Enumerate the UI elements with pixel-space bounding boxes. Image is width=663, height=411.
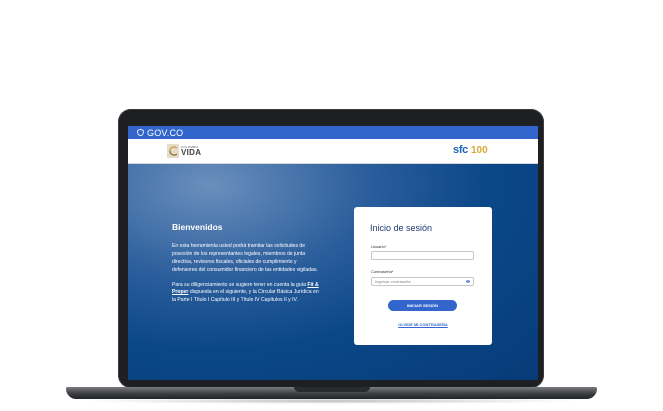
laptop-notch [294, 387, 370, 392]
colombia-vida-emblem-icon [167, 144, 179, 158]
login-title: Inicio de sesión [370, 223, 433, 233]
eye-icon[interactable] [466, 280, 470, 283]
hero-section: Bienvenidos En esta herramienta usted po… [128, 164, 538, 380]
gov-co-link[interactable]: GOV.CO [147, 128, 183, 138]
forgot-password-link[interactable]: OLVIDÉ MI CONTRASEÑA [354, 322, 492, 327]
site-header: COLOMBIA VIDA sfc 100 [128, 139, 538, 164]
username-label: Usuario* [371, 244, 387, 249]
paragraph-2-text-after: dispuesta en el siguiente, y la Circular… [172, 289, 319, 304]
sfc-logo-text: sfc [453, 144, 468, 156]
welcome-paragraph-1: En esta herramienta usted podrá tramitar… [172, 243, 318, 273]
colombia-vida-logo[interactable]: COLOMBIA VIDA [167, 143, 201, 159]
anniversary-logo-text: 100 [471, 144, 488, 156]
welcome-title: Bienvenidos [172, 222, 223, 232]
welcome-panel: Bienvenidos En esta herramienta usted po… [172, 222, 322, 312]
login-card: Inicio de sesión Usuario* Contraseña* In… [354, 207, 492, 345]
welcome-paragraph-2: Para su diligenciamiento se sugiere tene… [172, 282, 322, 306]
gov-bar: GOV.CO [128, 126, 538, 139]
shield-icon [137, 129, 144, 136]
logo-big-text: VIDA [181, 147, 202, 157]
username-input[interactable] [371, 251, 474, 260]
laptop-screen: GOV.CO COLOMBIA VIDA sfc 100 Bienvenidos… [128, 126, 538, 380]
paragraph-2-text-before: Para su diligenciamiento se sugiere tene… [172, 281, 308, 288]
password-placeholder: Ingresar contraseña [375, 279, 411, 284]
sfc-logo[interactable]: sfc 100 [453, 144, 488, 156]
login-button[interactable]: INICIAR SESIÓN [388, 300, 457, 311]
password-input[interactable]: Ingresar contraseña [371, 277, 474, 286]
password-label: Contraseña* [371, 269, 394, 274]
